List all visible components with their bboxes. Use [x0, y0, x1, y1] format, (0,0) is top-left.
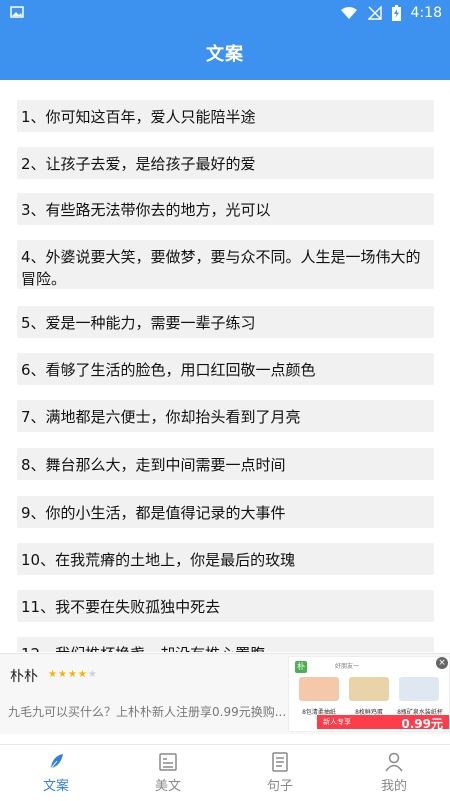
tissue-pack-image [299, 677, 339, 701]
page-title: 文案 [206, 44, 244, 65]
water-bottles-image [399, 677, 439, 701]
gallery-icon [10, 6, 24, 18]
person-icon [385, 752, 403, 772]
document-icon [272, 752, 288, 772]
battery-charging-icon [391, 5, 401, 21]
tab-mine[interactable]: 我的 [338, 751, 450, 799]
tab-sentences[interactable]: 句子 [224, 751, 336, 799]
app-bar: 文案 [0, 26, 450, 80]
list-item[interactable]: 9、你的小生活，都是值得记录的大事件 [17, 496, 434, 528]
ad-price: 0.99元 [401, 717, 443, 731]
bottom-nav: 文案 美文 句子 我的 [0, 744, 450, 801]
list-item[interactable]: 8、舞台那么大，走到中间需要一点时间 [17, 448, 434, 480]
ad-product [295, 673, 343, 705]
status-bar: 4:18 [0, 0, 450, 26]
ad-new-user-label: 新人专享 [323, 718, 351, 726]
ad-description: 九毛九可以买什么？上朴朴新人注册享0.99元换购... [8, 705, 286, 719]
tab-copywriting[interactable]: 文案 [0, 751, 112, 799]
ad-close-icon[interactable]: × [436, 657, 448, 669]
ad-brand: 朴朴 [10, 669, 38, 685]
article-icon [159, 753, 177, 771]
list-item[interactable]: 11、我不要在失败孤独中死去 [17, 590, 434, 622]
tab-essays[interactable]: 美文 [112, 751, 224, 799]
list-item[interactable]: 2、让孩子去爱，是给孩子最好的爱 [17, 147, 434, 179]
ad-promo-top-text: 好朋友一 [335, 663, 360, 670]
ad-product [395, 673, 443, 705]
star-icon: ★ [48, 669, 58, 680]
no-signal-icon [367, 6, 382, 20]
ad-rating: ★★★★★ [48, 669, 98, 680]
ad-product [345, 673, 393, 705]
ad-logo-icon: 朴 [295, 661, 307, 673]
star-icon: ★ [67, 669, 78, 680]
star-icon: ★ [77, 669, 88, 680]
star-icon: ★ [57, 669, 68, 680]
list-item[interactable]: 12、我们推杯换盏，却没有推心置腹 [17, 637, 434, 652]
copywriting-list[interactable]: 1、你可知这百年，爱人只能陪半途 2、让孩子去爱，是给孩子最好的爱 3、有些路无… [0, 96, 450, 652]
list-item[interactable]: 1、你可知这百年，爱人只能陪半途 [17, 100, 434, 132]
clock: 4:18 [410, 5, 442, 21]
list-item[interactable]: 3、有些路无法带你去的地方，光可以 [17, 193, 434, 225]
list-item[interactable]: 10、在我荒瘠的土地上，你是最后的玫瑰 [17, 543, 434, 575]
eggs-image [349, 677, 389, 701]
feather-icon [48, 754, 63, 772]
list-item[interactable]: 5、爱是一种能力，需要一辈子练习 [17, 306, 434, 338]
list-item[interactable]: 6、看够了生活的脸色，用口红回敬一点颜色 [17, 353, 434, 385]
list-item[interactable]: 7、满地都是六便士，你却抬头看到了月亮 [17, 400, 434, 432]
star-icon: ★ [87, 669, 98, 680]
list-item[interactable]: 4、外婆说要大笑，要做梦，要与众不同。人生是一场伟大的冒险。 [17, 240, 434, 289]
wifi-icon [340, 7, 357, 19]
ad-promo-image[interactable]: 朴 好朋友一 8包清柔抽纸 8枚鲜鸡蛋 8瓶矿泉水装纸杯 新人专享 0.99元 [288, 656, 450, 732]
ad-price-bar: 新人专享 0.99元 [317, 715, 449, 731]
